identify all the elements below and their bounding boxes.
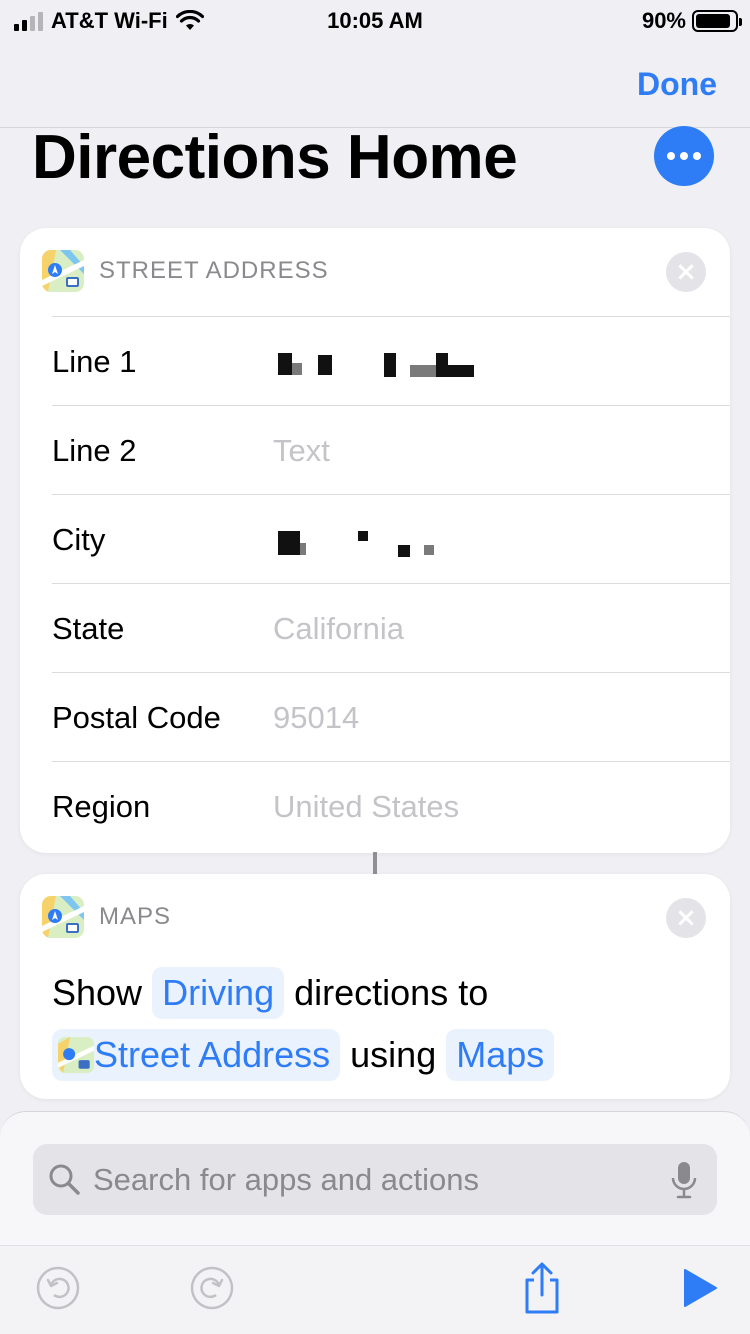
redo-button[interactable] bbox=[187, 1264, 237, 1314]
redacted-value[interactable] bbox=[278, 353, 518, 383]
close-button[interactable]: × bbox=[666, 252, 706, 292]
action-search-panel bbox=[0, 1111, 750, 1245]
search-input[interactable] bbox=[93, 1144, 653, 1215]
share-button[interactable] bbox=[517, 1260, 567, 1314]
maps-app-token[interactable]: Maps bbox=[446, 1029, 555, 1081]
status-time: 10:05 AM bbox=[327, 8, 423, 33]
more-icon-dot bbox=[693, 152, 701, 160]
address-row-label: Region bbox=[52, 789, 151, 824]
maps-app-icon bbox=[58, 1037, 94, 1073]
undo-button[interactable] bbox=[33, 1264, 83, 1314]
redacted-value[interactable] bbox=[278, 531, 518, 561]
action-sentence: Show Driving directions to Street Addres… bbox=[52, 962, 712, 1086]
address-row[interactable]: Line 1 bbox=[52, 316, 730, 405]
microphone-icon[interactable] bbox=[669, 1160, 699, 1200]
travel-mode-token[interactable]: Driving bbox=[152, 967, 285, 1019]
run-button[interactable] bbox=[673, 1264, 723, 1314]
maps-app-icon bbox=[42, 250, 84, 292]
close-button[interactable]: × bbox=[666, 898, 706, 938]
address-row[interactable]: Region United States bbox=[52, 761, 730, 850]
address-row-label: State bbox=[52, 611, 125, 646]
directions-to-text: directions to bbox=[294, 972, 489, 1013]
search-icon bbox=[49, 1164, 80, 1195]
show-text: Show bbox=[52, 972, 143, 1013]
more-icon-dot bbox=[680, 152, 688, 160]
card-label: MAPS bbox=[99, 903, 172, 930]
address-row[interactable]: State California bbox=[52, 583, 730, 672]
card-header: STREET ADDRESS × bbox=[20, 228, 730, 316]
using-text: using bbox=[350, 1034, 437, 1075]
close-icon: × bbox=[675, 257, 697, 287]
address-row[interactable]: Line 2 Text bbox=[52, 405, 730, 494]
address-row[interactable]: City bbox=[52, 494, 730, 583]
maps-app-icon bbox=[42, 896, 84, 938]
destination-label: Street Address bbox=[94, 1034, 331, 1075]
bottom-toolbar bbox=[0, 1245, 750, 1334]
navigation-bar: Done bbox=[0, 40, 750, 128]
battery-percent: 90% bbox=[641, 8, 686, 33]
address-row-label: Line 1 bbox=[52, 344, 137, 379]
address-row-label: Postal Code bbox=[52, 700, 221, 735]
address-row-value[interactable]: California bbox=[273, 611, 404, 647]
play-icon bbox=[684, 1268, 717, 1307]
address-row-value[interactable]: 95014 bbox=[273, 700, 359, 736]
search-field[interactable] bbox=[33, 1144, 717, 1215]
redo-icon bbox=[190, 1266, 234, 1309]
address-row[interactable]: Postal Code 95014 bbox=[52, 672, 730, 761]
destination-token[interactable]: Street Address bbox=[52, 1029, 341, 1081]
card-label: STREET ADDRESS bbox=[99, 257, 329, 284]
street-address-card: STREET ADDRESS × Line 1 Line 2 Text City Sta… bbox=[20, 228, 730, 853]
address-row-value[interactable]: Text bbox=[273, 433, 330, 469]
done-button[interactable]: Done bbox=[637, 66, 717, 103]
maps-action-card: MAPS × Show Driving directions to Street… bbox=[20, 874, 730, 1099]
share-icon bbox=[525, 1262, 559, 1314]
address-row-label: City bbox=[52, 522, 106, 557]
battery-icon bbox=[692, 10, 742, 32]
page-title: Directions Home bbox=[32, 123, 518, 192]
status-bar: AT&T Wi-Fi 10:05 AM 90% bbox=[0, 0, 750, 40]
action-connector bbox=[373, 852, 377, 874]
close-icon: × bbox=[675, 903, 697, 933]
card-header: MAPS × bbox=[20, 874, 730, 962]
undo-icon bbox=[36, 1266, 80, 1309]
more-button[interactable] bbox=[654, 126, 714, 186]
address-row-value[interactable]: United States bbox=[273, 789, 459, 825]
address-row-label: Line 2 bbox=[52, 433, 137, 468]
more-icon bbox=[667, 152, 675, 160]
